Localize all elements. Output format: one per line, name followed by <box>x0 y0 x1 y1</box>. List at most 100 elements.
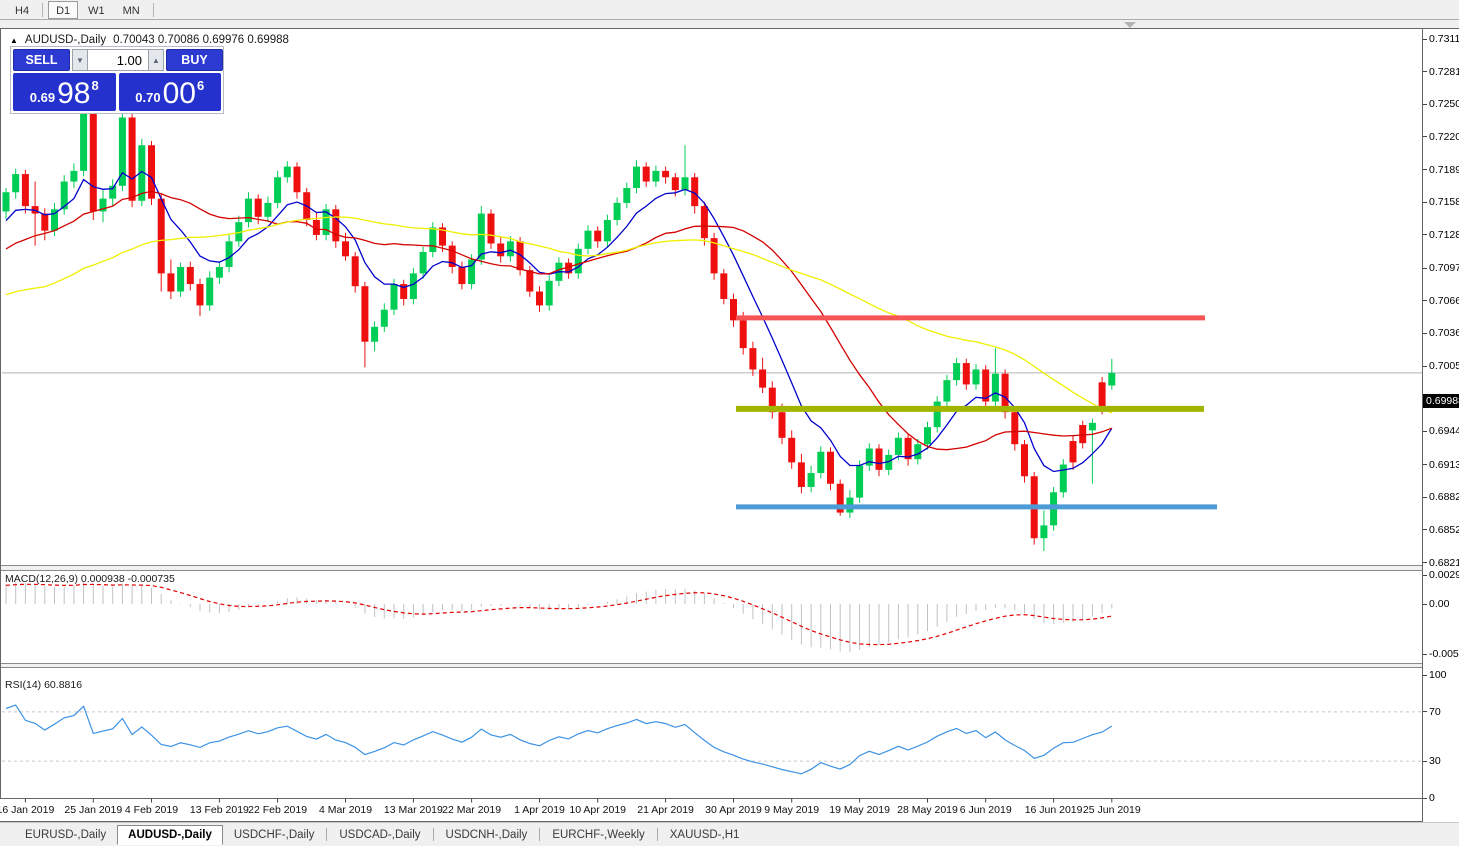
price-axis-label: 0.72200 <box>1429 131 1459 143</box>
macd-axis-label: 0.002984 <box>1429 569 1459 581</box>
axis-tick <box>1423 431 1427 432</box>
price-axis-label: 0.73115 <box>1429 33 1459 45</box>
sell-price-prefix: 0.69 <box>30 90 55 105</box>
svg-text:25 Jan 2019: 25 Jan 2019 <box>64 804 122 816</box>
chart-title-ohlc: 0.70043 0.70086 0.69976 0.69988 <box>113 34 289 46</box>
buy-price-box[interactable]: 0.70006 <box>119 73 222 111</box>
svg-text:1 Apr 2019: 1 Apr 2019 <box>514 804 565 816</box>
macd-axis-label: -0.005258 <box>1429 648 1459 660</box>
svg-text:13 Feb 2019: 13 Feb 2019 <box>190 804 249 816</box>
rsi-axis-label: 30 <box>1429 755 1441 767</box>
price-axis-label: 0.72810 <box>1429 66 1459 78</box>
tab-separator <box>433 828 434 841</box>
axis-tick <box>1423 798 1427 799</box>
svg-text:16 Jun 2019: 16 Jun 2019 <box>1025 804 1083 816</box>
axis-tick <box>1423 202 1427 203</box>
volume-decrease-button[interactable]: ▼ <box>72 49 88 71</box>
price-axis[interactable]: 0.731150.728100.725050.722000.718900.715… <box>1423 29 1459 822</box>
price-axis-label: 0.70970 <box>1429 262 1459 274</box>
timeframe-button-h4[interactable]: H4 <box>7 1 37 19</box>
price-axis-label: 0.71585 <box>1429 196 1459 208</box>
price-axis-label: 0.70665 <box>1429 295 1459 307</box>
svg-text:13 Mar 2019: 13 Mar 2019 <box>384 804 443 816</box>
axis-tick <box>1423 675 1427 676</box>
svg-text:4 Feb 2019: 4 Feb 2019 <box>125 804 178 816</box>
axis-tick <box>1423 464 1427 465</box>
price-axis-label: 0.68210 <box>1429 557 1459 569</box>
symbol-tab-audusd[interactable]: AUDUSD-,Daily <box>117 825 223 845</box>
axis-tick <box>1423 654 1427 655</box>
price-axis-label: 0.71280 <box>1429 229 1459 241</box>
price-axis-label: 0.68520 <box>1429 524 1459 536</box>
chart-window: 16 Jan 2019 25 Jan 20194 Feb 2019 13 Feb 2… <box>0 28 1459 821</box>
price-axis-label: 0.70360 <box>1429 327 1459 339</box>
axis-tick <box>1423 497 1427 498</box>
buy-price-pipette: 6 <box>197 78 204 93</box>
axis-tick <box>1423 136 1427 137</box>
one-click-trading-panel: SELL ▼ ▲ BUY 0.69988 0.70006 <box>10 46 224 114</box>
volume-input[interactable] <box>88 49 148 71</box>
price-axis-label: 0.68825 <box>1429 491 1459 503</box>
sell-price-box[interactable]: 0.69988 <box>13 73 116 111</box>
buy-price-prefix: 0.70 <box>135 90 160 105</box>
mt4-terminal: H4 D1W1MN 16 Jan 2019 25 Jan 20194 Feb 201… <box>0 0 1459 846</box>
symbol-tab-xauusd[interactable]: XAUUSD-,H1 <box>659 826 751 844</box>
chart-title-symbol: AUDUSD-,Daily <box>25 34 106 46</box>
axis-tick <box>1423 562 1427 563</box>
price-axis-label: 0.72505 <box>1429 98 1459 110</box>
axis-tick <box>1423 711 1427 712</box>
svg-text:4 Mar 2019: 4 Mar 2019 <box>319 804 372 816</box>
timeframe-toolbar: H4 D1W1MN <box>0 0 1459 20</box>
sell-price-big: 98 <box>57 80 90 108</box>
price-axis-label: 0.69130 <box>1429 459 1459 471</box>
candlestick-chart[interactable]: 16 Jan 2019 25 Jan 20194 Feb 2019 13 Feb 2… <box>0 29 1423 822</box>
axis-tick <box>1423 761 1427 762</box>
axis-tick <box>1423 39 1427 40</box>
axis-tick <box>1423 366 1427 367</box>
svg-text:22 Mar 2019: 22 Mar 2019 <box>442 804 501 816</box>
symbol-tab-usdcnh[interactable]: USDCNH-,Daily <box>435 826 539 844</box>
svg-text:28 May 2019: 28 May 2019 <box>897 804 958 816</box>
svg-text:16 Jan 2019: 16 Jan 2019 <box>0 804 54 816</box>
axis-tick <box>1423 575 1427 576</box>
sell-button[interactable]: SELL <box>13 49 70 71</box>
toolbar-separator <box>153 3 154 17</box>
symbol-tab-bar: EURUSD-,DailyAUDUSD-,DailyUSDCHF-,DailyU… <box>0 822 1459 846</box>
svg-text:22 Feb 2019: 22 Feb 2019 <box>248 804 307 816</box>
chart-scroll-strip[interactable] <box>0 21 1459 28</box>
volume-stepper: ▼ ▲ <box>72 49 164 71</box>
axis-tick <box>1423 104 1427 105</box>
buy-price-big: 00 <box>163 80 196 108</box>
timeframe-button-w1[interactable]: W1 <box>80 1 113 19</box>
svg-text:10 Apr 2019: 10 Apr 2019 <box>569 804 626 816</box>
chart-title: ▲ AUDUSD-,Daily 0.70043 0.70086 0.69976 … <box>10 34 289 46</box>
svg-text:30 Apr 2019: 30 Apr 2019 <box>705 804 762 816</box>
svg-text:6 Jun 2019: 6 Jun 2019 <box>960 804 1012 816</box>
symbol-tab-eurchf[interactable]: EURCHF-,Weekly <box>541 826 655 844</box>
axis-tick <box>1423 169 1427 170</box>
svg-text:25 Jun 2019: 25 Jun 2019 <box>1083 804 1141 816</box>
buy-button[interactable]: BUY <box>166 49 223 71</box>
macd-axis-label: 0.00 <box>1429 598 1449 610</box>
svg-text:9 May 2019: 9 May 2019 <box>764 804 819 816</box>
collapse-arrow-icon[interactable]: ▲ <box>10 36 18 45</box>
up-arrow-icon: ▲ <box>152 56 160 65</box>
axis-tick <box>1423 300 1427 301</box>
symbol-tab-eurusd[interactable]: EURUSD-,Daily <box>14 826 117 844</box>
timeframe-button-mn[interactable]: MN <box>115 1 148 19</box>
volume-increase-button[interactable]: ▲ <box>148 49 164 71</box>
axis-tick <box>1423 71 1427 72</box>
price-axis-label: 0.69440 <box>1429 425 1459 437</box>
svg-text:21 Apr 2019: 21 Apr 2019 <box>637 804 694 816</box>
axis-tick <box>1423 268 1427 269</box>
timeframe-button-d1[interactable]: D1 <box>48 1 78 19</box>
rsi-axis-label: 100 <box>1429 669 1447 681</box>
axis-tick <box>1423 604 1427 605</box>
axis-tick <box>1423 333 1427 334</box>
rsi-axis-label: 0 <box>1429 792 1435 804</box>
price-axis-label: 0.70050 <box>1429 360 1459 372</box>
toolbar-separator <box>42 3 43 17</box>
symbol-tab-usdcad[interactable]: USDCAD-,Daily <box>328 826 431 844</box>
symbol-tab-usdchf[interactable]: USDCHF-,Daily <box>223 826 326 844</box>
tab-separator <box>539 828 540 841</box>
